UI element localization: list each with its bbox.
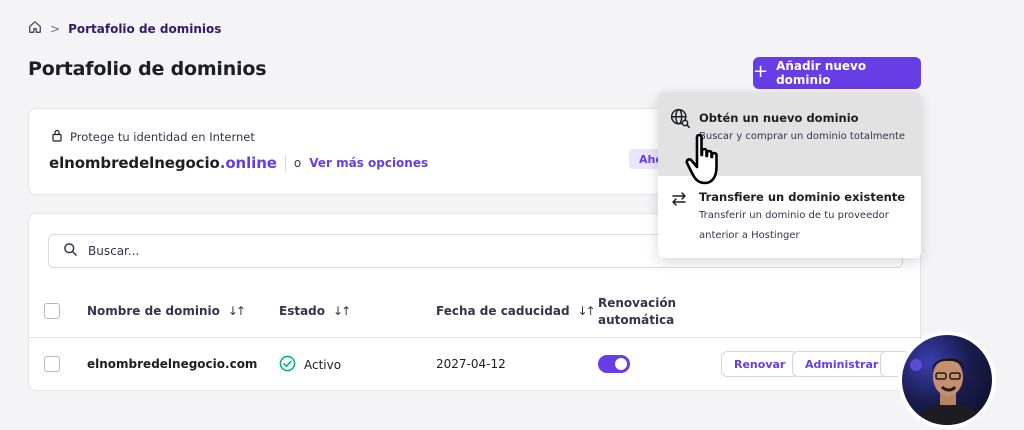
protect-text: Protege tu identidad en Internet: [70, 130, 255, 144]
divider: [284, 155, 286, 171]
dropdown-item-title: Obtén un nuevo dominio: [699, 111, 859, 125]
dropdown-item-description: Transferir un dominio de tu proveedor an…: [699, 210, 889, 241]
column-header-expiry[interactable]: Fecha de caducidad ↓↑: [436, 304, 596, 318]
sort-icon[interactable]: ↓↑: [333, 304, 351, 318]
dropdown-item-title: Transfiere un dominio existente: [699, 190, 906, 204]
lock-icon: [51, 129, 63, 145]
manage-button[interactable]: Administrar: [792, 351, 892, 377]
hand-cursor-icon: [684, 133, 726, 191]
or-text: o: [293, 156, 302, 170]
more-options-link[interactable]: Ver más opciones: [309, 156, 428, 170]
table-divider: [29, 337, 920, 338]
page-title: Portafolio de dominios: [28, 58, 267, 80]
suggested-domain: elnombredelnegocio.online: [49, 154, 277, 172]
presenter-video: [902, 335, 992, 425]
toggle-knob: [615, 358, 627, 370]
check-circle-icon: [279, 355, 296, 375]
row-domain-name[interactable]: elnombredelnegocio.com: [87, 357, 257, 371]
search-icon: [63, 242, 78, 261]
transfer-arrows-icon: [670, 190, 688, 212]
renew-button[interactable]: Renovar: [721, 351, 799, 377]
webcam-overlay: [898, 331, 996, 429]
add-domain-label: Añadir nuevo dominio: [776, 59, 867, 87]
row-expiry-date: 2027-04-12: [436, 357, 506, 371]
breadcrumb: > Portafolio de dominios: [28, 20, 221, 37]
home-icon[interactable]: [28, 20, 42, 37]
auto-renew-toggle[interactable]: [598, 355, 630, 373]
column-header-auto-renew: Renovación automática: [598, 296, 677, 327]
sort-icon[interactable]: ↓↑: [228, 304, 246, 318]
globe-search-icon: [670, 108, 690, 132]
add-domain-button[interactable]: + Añadir nuevo dominio: [753, 57, 921, 89]
breadcrumb-separator: >: [50, 21, 61, 36]
column-header-name[interactable]: Nombre de dominio ↓↑: [87, 304, 246, 318]
row-checkbox[interactable]: [44, 356, 60, 372]
promo-header: Protege tu identidad en Internet: [51, 129, 255, 145]
row-status: Activo: [279, 355, 341, 375]
promo-domain-row: elnombredelnegocio.online o Ver más opci…: [49, 154, 428, 172]
dropdown-item-description: Buscar y comprar un dominio totalmente: [699, 131, 906, 142]
select-all-checkbox[interactable]: [44, 303, 60, 319]
column-header-status[interactable]: Estado ↓↑: [279, 304, 351, 318]
plus-icon: +: [753, 61, 769, 82]
sort-icon[interactable]: ↓↑: [578, 304, 596, 318]
breadcrumb-current: Portafolio de dominios: [68, 21, 222, 36]
